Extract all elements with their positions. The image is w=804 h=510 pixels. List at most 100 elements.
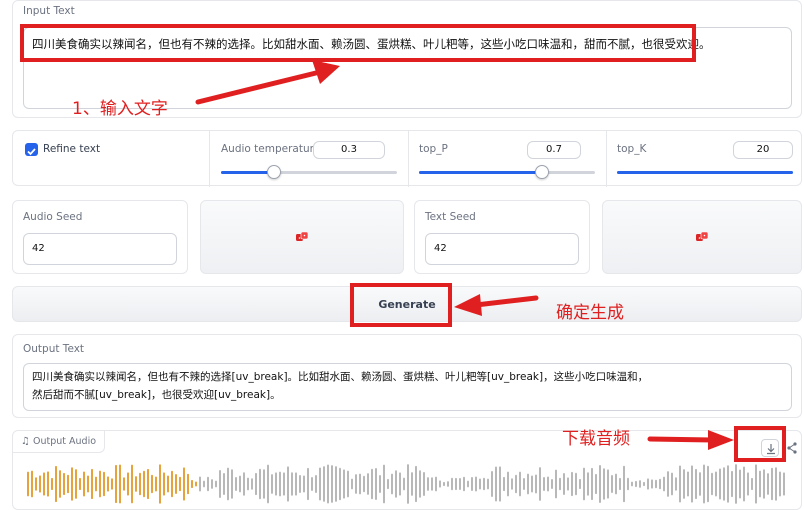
input-text-label: Input Text xyxy=(23,5,75,17)
waveform-bar xyxy=(475,476,477,492)
waveform-bar xyxy=(435,476,437,492)
waveform-bar xyxy=(615,473,617,495)
share-icon xyxy=(787,442,797,454)
waveform-bar xyxy=(531,475,533,493)
waveform-bar xyxy=(443,481,445,487)
waveform-bar xyxy=(687,471,689,497)
top-p-slider[interactable] xyxy=(419,165,595,179)
waveform-bar xyxy=(551,478,553,490)
audio-waveform[interactable] xyxy=(27,463,787,505)
waveform-bar xyxy=(695,468,697,500)
waveform-bar xyxy=(75,469,77,499)
waveform-bar xyxy=(323,466,325,502)
audio-seed-label: Audio Seed xyxy=(23,211,83,223)
top-p-thumb[interactable] xyxy=(535,165,550,179)
waveform-bar xyxy=(207,476,209,492)
waveform-bar xyxy=(263,469,265,499)
waveform-bar xyxy=(607,469,609,499)
top-k-fill xyxy=(617,171,793,174)
waveform-bar xyxy=(479,478,481,490)
waveform-bar xyxy=(299,475,301,493)
waveform-bar xyxy=(303,475,305,493)
waveform-bar xyxy=(211,479,213,489)
waveform-bar xyxy=(527,473,529,495)
waveform-bar xyxy=(291,472,293,496)
waveform-bar xyxy=(55,465,57,503)
waveform-bar xyxy=(343,469,345,499)
waveform-bar xyxy=(203,480,205,488)
annotation-arrow-download xyxy=(647,430,734,450)
waveform-bar xyxy=(135,476,137,492)
waveform-bar xyxy=(727,465,729,503)
waveform-bar xyxy=(351,478,353,490)
output-text-panel: Output Text 四川美食确实以辣闻名，但也有不辣的选择[uv_break… xyxy=(12,334,802,418)
top-p-input[interactable]: 0.7 xyxy=(527,141,581,159)
waveform-bar xyxy=(347,470,349,498)
waveform-bar xyxy=(523,478,525,490)
audio-seed-input[interactable]: 42 xyxy=(23,233,177,265)
waveform-bar xyxy=(287,466,289,502)
waveform-bar xyxy=(183,467,185,501)
waveform-bar xyxy=(691,465,693,503)
waveform-bar xyxy=(355,474,357,494)
waveform-bar xyxy=(235,476,237,492)
waveform-bar xyxy=(603,468,605,500)
waveform-bar xyxy=(631,481,633,487)
waveform-bar xyxy=(71,467,73,501)
generate-highlight-box xyxy=(350,283,452,327)
waveform-bar xyxy=(47,471,49,497)
waveform-bar xyxy=(359,473,361,495)
waveform-bar xyxy=(535,474,537,494)
waveform-bar xyxy=(579,478,581,490)
audio-temperature-slider[interactable] xyxy=(221,165,397,179)
waveform-bar xyxy=(403,477,405,491)
top-k-input[interactable]: 20 xyxy=(733,141,793,159)
waveform-bar xyxy=(123,477,125,491)
waveform-bar xyxy=(719,468,721,500)
text-seed-input[interactable]: 42 xyxy=(425,233,579,265)
waveform-bar xyxy=(319,467,321,501)
divider xyxy=(408,131,409,187)
waveform-bar xyxy=(539,467,541,501)
waveform-bar xyxy=(483,477,485,491)
waveform-bar xyxy=(711,472,713,496)
audio-seed-dice-button[interactable] xyxy=(200,200,404,274)
top-k-slider[interactable] xyxy=(617,171,793,174)
audio-temperature-input[interactable]: 0.3 xyxy=(313,141,385,159)
waveform-bar xyxy=(315,474,317,494)
divider xyxy=(209,131,210,187)
waveform-bar xyxy=(275,472,277,496)
check-icon xyxy=(27,148,36,156)
text-seed-dice-button[interactable] xyxy=(602,200,802,274)
waveform-bar xyxy=(771,467,773,501)
waveform-bar xyxy=(511,478,513,490)
waveform-bar xyxy=(159,464,161,504)
waveform-bar xyxy=(215,480,217,488)
audio-temperature-thumb[interactable] xyxy=(266,165,281,179)
output-text-area[interactable]: 四川美食确实以辣闻名，但也有不辣的选择[uv_break]。比如甜水面、赖汤圆、… xyxy=(23,363,792,411)
waveform-bar xyxy=(555,469,557,499)
waveform-bar xyxy=(83,471,85,497)
text-seed-label: Text Seed xyxy=(425,211,476,223)
waveform-bar xyxy=(731,470,733,498)
waveform-bar xyxy=(743,466,745,502)
input-highlight-box xyxy=(20,24,696,62)
waveform-bar xyxy=(103,471,105,497)
waveform-bar xyxy=(707,465,709,503)
waveform-bar xyxy=(171,470,173,498)
waveform-bar xyxy=(95,476,97,492)
audio-seed-panel: Audio Seed 42 xyxy=(12,200,188,274)
waveform-bar xyxy=(331,465,333,503)
waveform-bar xyxy=(223,472,225,496)
waveform-bar xyxy=(31,470,33,498)
refine-text-checkbox[interactable] xyxy=(25,143,38,156)
waveform-bar xyxy=(723,467,725,501)
dice-icon xyxy=(696,232,709,241)
waveform-bar xyxy=(619,477,621,491)
waveform-bar xyxy=(759,470,761,498)
share-button[interactable] xyxy=(785,439,799,457)
waveform-bar xyxy=(283,472,285,496)
waveform-bar xyxy=(107,476,109,492)
waveform-bar xyxy=(251,478,253,490)
waveform-bar xyxy=(747,472,749,496)
